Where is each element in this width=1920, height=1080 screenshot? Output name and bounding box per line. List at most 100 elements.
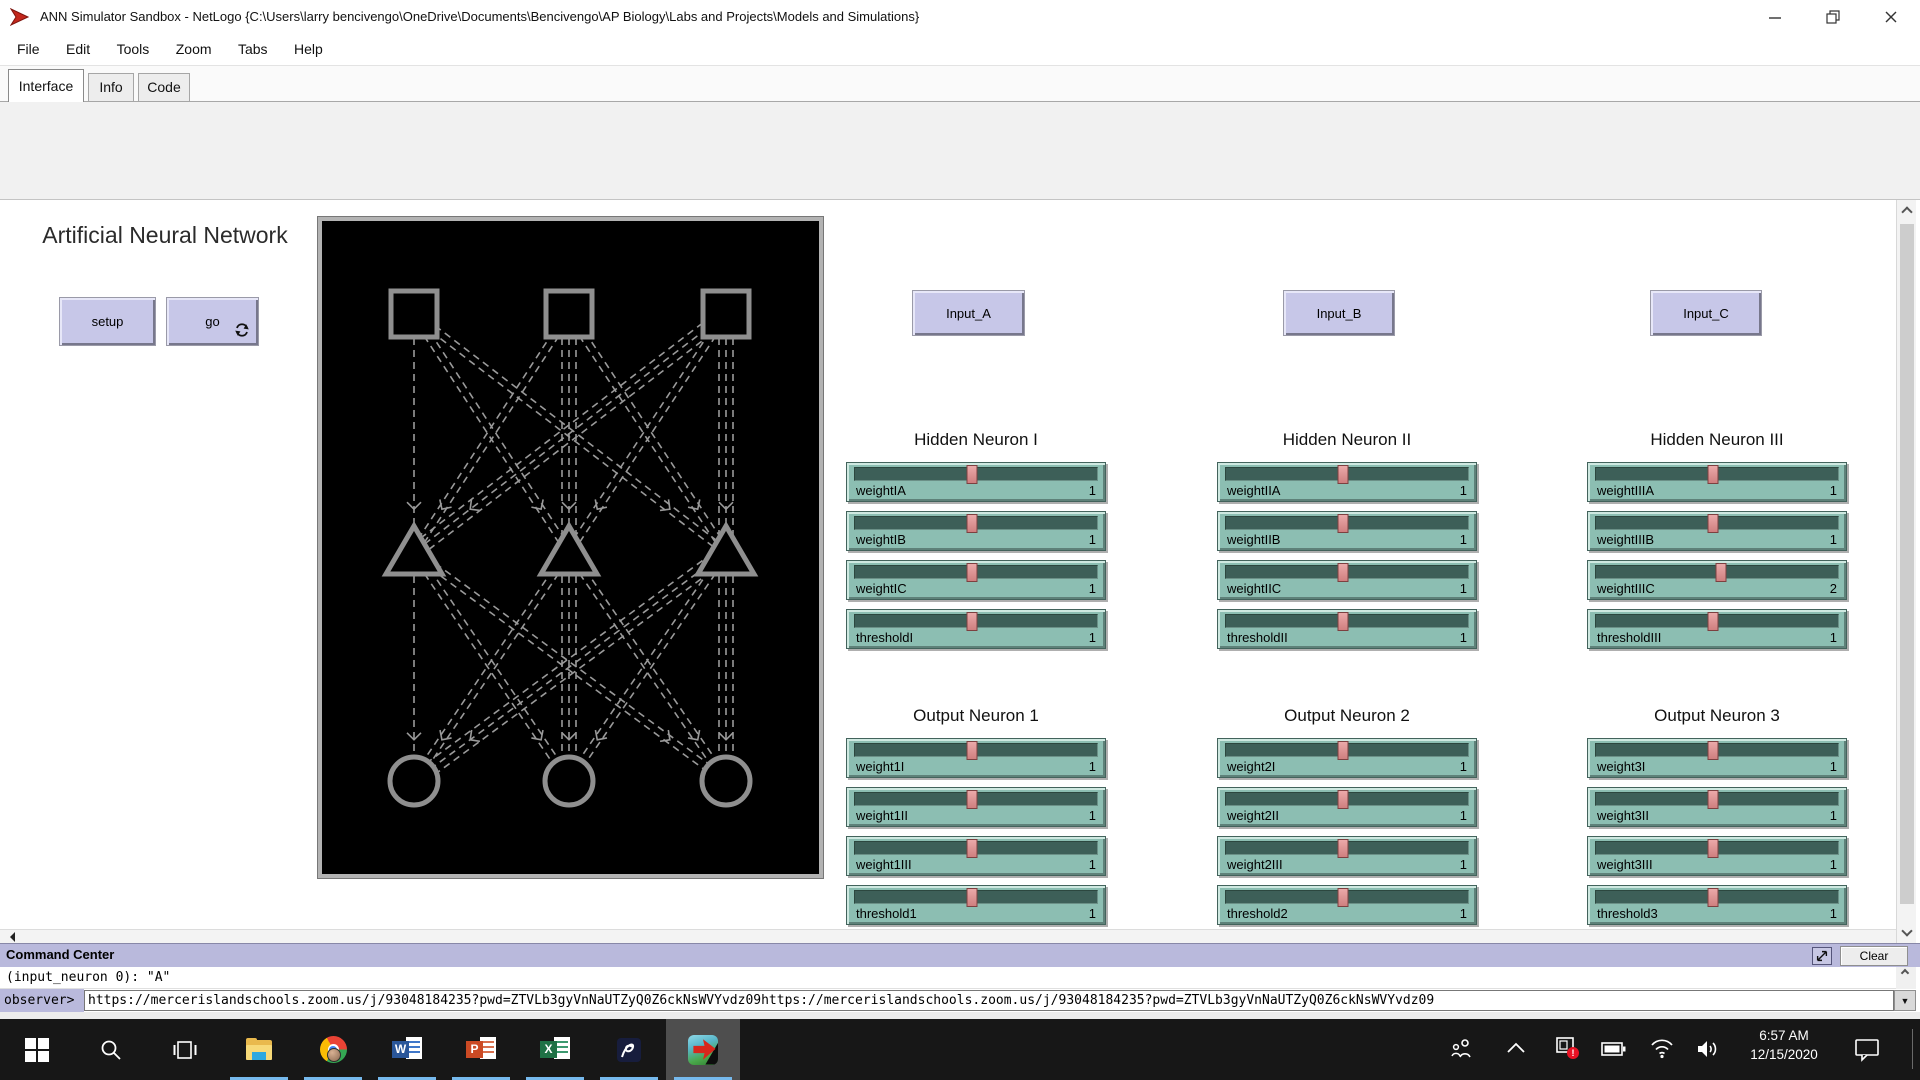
menu-edit[interactable]: Edit	[55, 34, 101, 65]
slider-track[interactable]	[1225, 841, 1469, 855]
slider-handle[interactable]	[1338, 888, 1349, 907]
tab-interface[interactable]: Interface	[8, 69, 84, 102]
input-b-button[interactable]: Input_B	[1283, 290, 1395, 336]
slider-handle[interactable]	[1338, 741, 1349, 760]
slider-handle[interactable]	[1708, 839, 1719, 858]
slider-track[interactable]	[1595, 565, 1839, 579]
slider-weight3II[interactable]: weight3II 1	[1587, 787, 1847, 827]
command-history-dropdown[interactable]: ▼	[1894, 990, 1916, 1011]
slider-track[interactable]	[854, 614, 1098, 628]
task-view-button[interactable]	[148, 1019, 222, 1080]
slider-weightIIB[interactable]: weightIIB 1	[1217, 511, 1477, 551]
slider-threshold2[interactable]: threshold2 1	[1217, 885, 1477, 925]
slider-handle[interactable]	[1338, 839, 1349, 858]
people-tray-button[interactable]	[1448, 1035, 1476, 1063]
slider-handle[interactable]	[1708, 888, 1719, 907]
slider-track[interactable]	[1225, 792, 1469, 806]
input-a-button[interactable]: Input_A	[912, 290, 1025, 336]
slider-track[interactable]	[1595, 516, 1839, 530]
slider-weight3III[interactable]: weight3III 1	[1587, 836, 1847, 876]
slider-weight3I[interactable]: weight3I 1	[1587, 738, 1847, 778]
clock-tray-button[interactable]: 6:57 AM 12/15/2020	[1728, 1026, 1840, 1072]
scroll-up-icon[interactable]	[1901, 206, 1912, 217]
slider-track[interactable]	[854, 890, 1098, 904]
notification-app-tray-button[interactable]: !	[1552, 1033, 1582, 1063]
slider-weight2I[interactable]: weight2I 1	[1217, 738, 1477, 778]
slider-track[interactable]	[1595, 614, 1839, 628]
slider-handle[interactable]	[967, 563, 978, 582]
slider-thresholdIII[interactable]: thresholdIII 1	[1587, 609, 1847, 649]
acrobat-button[interactable]	[592, 1019, 666, 1080]
powerpoint-button[interactable]: P	[444, 1019, 518, 1080]
world-view[interactable]	[318, 217, 823, 878]
slider-handle[interactable]	[1338, 514, 1349, 533]
command-output-scrollbar[interactable]	[1896, 967, 1916, 989]
start-button[interactable]	[0, 1019, 74, 1080]
slider-handle[interactable]	[1708, 790, 1719, 809]
slider-track[interactable]	[1595, 890, 1839, 904]
file-explorer-button[interactable]	[222, 1019, 296, 1080]
command-input[interactable]: https://mercerislandschools.zoom.us/j/93…	[84, 990, 1894, 1011]
slider-track[interactable]	[1225, 743, 1469, 757]
slider-handle[interactable]	[1708, 612, 1719, 631]
slider-handle[interactable]	[967, 839, 978, 858]
slider-threshold1[interactable]: threshold1 1	[846, 885, 1106, 925]
slider-handle[interactable]	[1338, 563, 1349, 582]
slider-weightIC[interactable]: weightIC 1	[846, 560, 1106, 600]
scroll-left-icon[interactable]	[5, 932, 15, 942]
menu-tabs[interactable]: Tabs	[227, 34, 279, 65]
slider-weight1III[interactable]: weight1III 1	[846, 836, 1106, 876]
slider-handle[interactable]	[1338, 790, 1349, 809]
slider-track[interactable]	[854, 841, 1098, 855]
close-button[interactable]	[1862, 0, 1920, 34]
show-desktop-button[interactable]	[1912, 1029, 1913, 1069]
slider-threshold3[interactable]: threshold3 1	[1587, 885, 1847, 925]
slider-track[interactable]	[1595, 743, 1839, 757]
excel-button[interactable]: X	[518, 1019, 592, 1080]
slider-weightIIIA[interactable]: weightIIIA 1	[1587, 462, 1847, 502]
slider-track[interactable]	[1595, 841, 1839, 855]
slider-handle[interactable]	[1715, 563, 1726, 582]
setup-button[interactable]: setup	[59, 297, 156, 346]
input-c-button[interactable]: Input_C	[1650, 290, 1762, 336]
netlogo-taskbar-button[interactable]	[666, 1019, 740, 1080]
slider-weightIIA[interactable]: weightIIA 1	[1217, 462, 1477, 502]
slider-handle[interactable]	[1338, 465, 1349, 484]
action-center-button[interactable]	[1852, 1035, 1882, 1063]
slider-handle[interactable]	[1708, 465, 1719, 484]
slider-track[interactable]	[854, 743, 1098, 757]
scroll-up-icon[interactable]	[1901, 969, 1909, 977]
slider-weightIIIB[interactable]: weightIIIB 1	[1587, 511, 1847, 551]
slider-track[interactable]	[1225, 467, 1469, 481]
battery-tray-button[interactable]	[1600, 1038, 1628, 1060]
slider-handle[interactable]	[1338, 612, 1349, 631]
slider-weight2III[interactable]: weight2III 1	[1217, 836, 1477, 876]
slider-track[interactable]	[1595, 467, 1839, 481]
slider-weightIIC[interactable]: weightIIC 1	[1217, 560, 1477, 600]
slider-track[interactable]	[1225, 516, 1469, 530]
slider-weightIB[interactable]: weightIB 1	[846, 511, 1106, 551]
slider-weight1I[interactable]: weight1I 1	[846, 738, 1106, 778]
chrome-button[interactable]	[296, 1019, 370, 1080]
slider-thresholdII[interactable]: thresholdII 1	[1217, 609, 1477, 649]
slider-track[interactable]	[1225, 614, 1469, 628]
slider-weight1II[interactable]: weight1II 1	[846, 787, 1106, 827]
horizontal-scrollbar[interactable]	[0, 929, 1896, 943]
menu-tools[interactable]: Tools	[106, 34, 161, 65]
slider-handle[interactable]	[1708, 514, 1719, 533]
restore-button[interactable]	[1804, 0, 1862, 34]
slider-track[interactable]	[1225, 890, 1469, 904]
search-button[interactable]	[74, 1019, 148, 1080]
slider-weightIIIC[interactable]: weightIIIC 2	[1587, 560, 1847, 600]
volume-tray-button[interactable]	[1694, 1035, 1722, 1063]
minimize-button[interactable]	[1746, 0, 1804, 34]
slider-handle[interactable]	[967, 514, 978, 533]
menu-help[interactable]: Help	[283, 34, 334, 65]
slider-handle[interactable]	[967, 790, 978, 809]
slider-weightIA[interactable]: weightIA 1	[846, 462, 1106, 502]
slider-weight2II[interactable]: weight2II 1	[1217, 787, 1477, 827]
slider-handle[interactable]	[967, 465, 978, 484]
slider-track[interactable]	[1595, 792, 1839, 806]
tab-info[interactable]: Info	[88, 73, 134, 102]
menu-zoom[interactable]: Zoom	[165, 34, 223, 65]
